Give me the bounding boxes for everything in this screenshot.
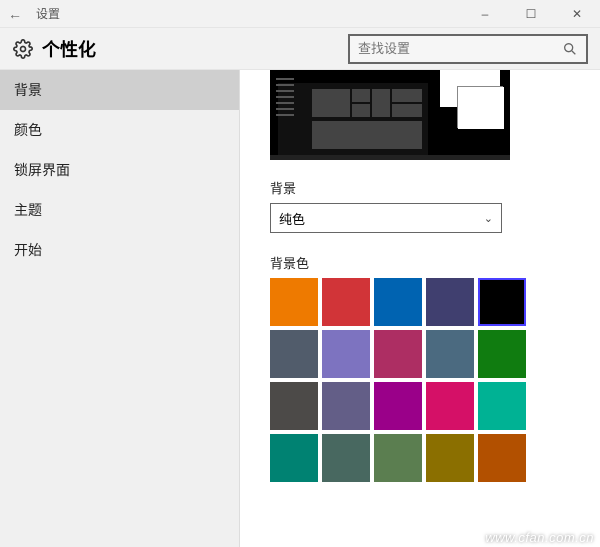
preview-start-menu <box>278 83 428 155</box>
sidebar-item-4[interactable]: 开始 <box>0 230 239 270</box>
search-box[interactable] <box>348 34 588 64</box>
color-swatch[interactable] <box>270 382 318 430</box>
preview-taskbar <box>270 155 510 160</box>
color-swatch[interactable] <box>270 434 318 482</box>
color-swatch[interactable] <box>426 330 474 378</box>
back-button[interactable]: ← <box>0 6 30 22</box>
settings-gear-icon <box>12 38 34 60</box>
content-pane: 背景 纯色 ⌄ 背景色 <box>240 70 600 547</box>
color-swatch[interactable] <box>270 330 318 378</box>
sidebar-item-0[interactable]: 背景 <box>0 70 239 110</box>
color-swatch[interactable] <box>374 330 422 378</box>
background-dropdown-value: 纯色 <box>279 209 484 228</box>
color-swatch[interactable] <box>478 382 526 430</box>
color-swatch[interactable] <box>478 434 526 482</box>
window-title: 设置 <box>30 5 60 22</box>
page-title: 个性化 <box>42 36 96 62</box>
sidebar-item-3[interactable]: 主题 <box>0 190 239 230</box>
color-swatch[interactable] <box>322 278 370 326</box>
background-label: 背景 <box>270 178 570 197</box>
sidebar: 背景颜色锁屏界面主题开始 <box>0 70 240 547</box>
chevron-down-icon: ⌄ <box>484 212 493 225</box>
color-swatch[interactable] <box>478 278 526 326</box>
color-swatch[interactable] <box>322 434 370 482</box>
search-icon <box>562 41 578 57</box>
color-swatch[interactable] <box>426 278 474 326</box>
titlebar: ← 设置 – ☐ ✕ <box>0 0 600 28</box>
background-dropdown[interactable]: 纯色 ⌄ <box>270 203 502 233</box>
color-swatch[interactable] <box>270 278 318 326</box>
preview-window <box>458 87 504 129</box>
color-swatch[interactable] <box>374 434 422 482</box>
color-swatch[interactable] <box>322 382 370 430</box>
search-input[interactable] <box>358 41 562 56</box>
color-swatch[interactable] <box>374 278 422 326</box>
color-swatch[interactable] <box>478 330 526 378</box>
color-swatch-grid <box>270 278 570 482</box>
color-swatch[interactable] <box>322 330 370 378</box>
header: 个性化 <box>0 28 600 70</box>
sidebar-item-1[interactable]: 颜色 <box>0 110 239 150</box>
maximize-button[interactable]: ☐ <box>508 7 554 21</box>
minimize-button[interactable]: – <box>462 7 508 21</box>
background-preview <box>270 70 510 160</box>
sidebar-item-2[interactable]: 锁屏界面 <box>0 150 239 190</box>
color-swatch[interactable] <box>426 382 474 430</box>
color-swatch[interactable] <box>374 382 422 430</box>
color-swatch[interactable] <box>426 434 474 482</box>
close-button[interactable]: ✕ <box>554 7 600 21</box>
background-color-label: 背景色 <box>270 253 570 272</box>
